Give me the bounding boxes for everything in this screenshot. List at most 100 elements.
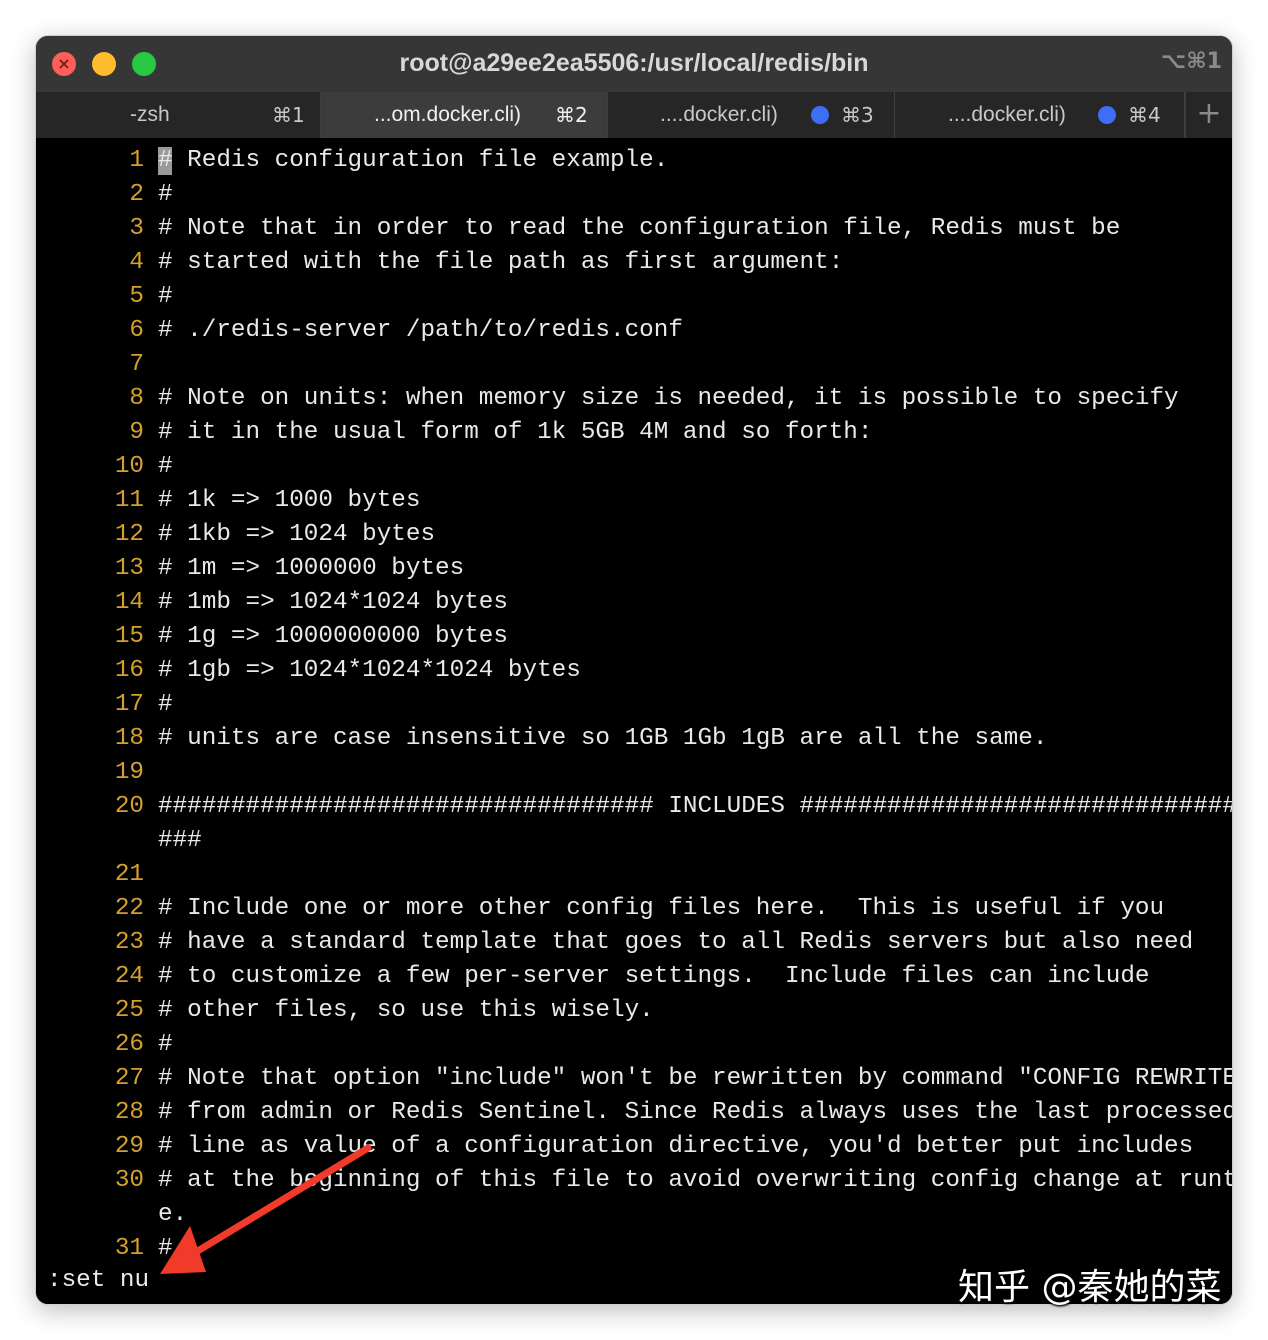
line-text: # <box>158 1031 173 1058</box>
line-text: # line as value of a configuration direc… <box>158 1133 1194 1160</box>
line-text: ################################## INCLU… <box>158 793 1232 820</box>
line-number: 29 <box>114 1133 144 1160</box>
line-text: # at the beginning of this file to avoid… <box>158 1167 1232 1194</box>
new-tab-button[interactable]: + <box>1185 92 1232 138</box>
code-line: 7 <box>36 348 1232 382</box>
tab-2[interactable]: ...om.docker.cli) ⌘2 <box>321 92 608 138</box>
code-line: 6 # ./redis-server /path/to/redis.conf <box>36 314 1232 348</box>
code-line: 26 # <box>36 1028 1232 1062</box>
line-text: # from admin or Redis Sentinel. Since Re… <box>158 1099 1232 1126</box>
code-line: 19 <box>36 756 1232 790</box>
line-text: # Note on units: when memory size is nee… <box>158 385 1179 412</box>
line-number: 27 <box>114 1065 144 1092</box>
code-line: 25 # other files, so use this wisely. <box>36 994 1232 1028</box>
code-line: 18 # units are case insensitive so 1GB 1G… <box>36 722 1232 756</box>
line-text: # <box>158 453 173 480</box>
code-line: 24 # to customize a few per-server settin… <box>36 960 1232 994</box>
line-number: 14 <box>114 589 144 616</box>
activity-dot-icon <box>1098 106 1116 124</box>
code-line: 27 # Note that option "include" won't be … <box>36 1062 1232 1096</box>
line-number: 23 <box>114 929 144 956</box>
tab-4[interactable]: ....docker.cli) ⌘4 <box>895 92 1185 138</box>
code-line: 3 # Note that in order to read the config… <box>36 212 1232 246</box>
line-text: # <box>158 181 173 208</box>
line-number: 22 <box>114 895 144 922</box>
line-text: # Redis configuration file example. <box>158 144 668 178</box>
title-bar[interactable]: × root@a29ee2ea5506:/usr/local/redis/bin… <box>36 36 1232 92</box>
tab-label: -zsh <box>130 103 170 126</box>
code-line-wrap: ### <box>36 824 1232 858</box>
vim-editor[interactable]: 1 # Redis configuration file example. 2 # … <box>36 138 1232 1304</box>
line-number: 26 <box>114 1031 144 1058</box>
code-line: 28 # from admin or Redis Sentinel. Since … <box>36 1096 1232 1130</box>
line-number: 6 <box>129 317 144 344</box>
code-line: 9 # it in the usual form of 1k 5GB 4M and… <box>36 416 1232 450</box>
window-shortcut: ⌥⌘1 <box>1160 49 1222 74</box>
line-number: 30 <box>114 1167 144 1194</box>
code-line: 12 # 1kb => 1024 bytes <box>36 518 1232 552</box>
line-text: # <box>158 283 173 310</box>
line-number: 24 <box>114 963 144 990</box>
line-text: # units are case insensitive so 1GB 1Gb … <box>158 725 1048 752</box>
line-number: 8 <box>129 385 144 412</box>
code-line: 31 # <box>36 1232 1232 1266</box>
code-line: 21 <box>36 858 1232 892</box>
code-line: 10 # <box>36 450 1232 484</box>
tab-shortcut: ⌘2 <box>555 103 588 127</box>
line-text: # Note that in order to read the configu… <box>158 215 1121 242</box>
line-number: 13 <box>114 555 144 582</box>
line-text: # it in the usual form of 1k 5GB 4M and … <box>158 419 873 446</box>
tab-label: ....docker.cli) <box>948 103 1066 126</box>
vim-command-line[interactable]: :set nu <box>47 1264 149 1298</box>
line-number: 4 <box>129 249 144 276</box>
line-text: # 1k => 1000 bytes <box>158 487 421 514</box>
line-number <box>36 1198 144 1232</box>
tab-shortcut: ⌘4 <box>1128 103 1161 127</box>
code-line-wrap: e. <box>36 1198 1232 1232</box>
line-number: 10 <box>114 453 144 480</box>
line-text: # 1m => 1000000 bytes <box>158 555 465 582</box>
tab-label: ...om.docker.cli) <box>374 103 522 126</box>
tab-label: ....docker.cli) <box>660 103 778 126</box>
window-title: root@a29ee2ea5506:/usr/local/redis/bin <box>399 49 869 77</box>
line-number <box>36 824 144 858</box>
code-line: 13 # 1m => 1000000 bytes <box>36 552 1232 586</box>
line-number: 2 <box>129 181 144 208</box>
code-line: 11 # 1k => 1000 bytes <box>36 484 1232 518</box>
line-number: 25 <box>114 997 144 1024</box>
line-number: 17 <box>114 691 144 718</box>
line-text: # to customize a few per-server settings… <box>158 963 1150 990</box>
line-number: 7 <box>129 351 144 378</box>
code-line: 29 # line as value of a configuration dir… <box>36 1130 1232 1164</box>
tab-3[interactable]: ....docker.cli) ⌘3 <box>608 92 895 138</box>
code-line: 5 # <box>36 280 1232 314</box>
line-number: 20 <box>114 793 144 820</box>
line-number: 28 <box>114 1099 144 1126</box>
tab-1[interactable]: -zsh ⌘1 <box>36 92 321 138</box>
code-line: 14 # 1mb => 1024*1024 bytes <box>36 586 1232 620</box>
code-line: 20 ################################## INC… <box>36 790 1232 824</box>
line-text: ### <box>158 827 202 854</box>
tab-bar: -zsh ⌘1 ...om.docker.cli) ⌘2 ....docker.… <box>36 92 1232 138</box>
line-text: # Include one or more other config files… <box>158 895 1165 922</box>
line-text: # <box>158 1235 173 1262</box>
code-line: 8 # Note on units: when memory size is ne… <box>36 382 1232 416</box>
code-line: 4 # started with the file path as first a… <box>36 246 1232 280</box>
line-number: 3 <box>129 215 144 242</box>
line-number: 18 <box>114 725 144 752</box>
activity-dot-icon <box>811 106 829 124</box>
line-text: e. <box>158 1201 188 1228</box>
line-number: 15 <box>114 623 144 650</box>
code-line: 23 # have a standard template that goes t… <box>36 926 1232 960</box>
line-text: # 1mb => 1024*1024 bytes <box>158 589 508 616</box>
plus-icon: + <box>1196 96 1222 131</box>
line-text: # started with the file path as first ar… <box>158 249 844 276</box>
line-number: 9 <box>129 419 144 446</box>
code-line: 30 # at the beginning of this file to avo… <box>36 1164 1232 1198</box>
line-number: 11 <box>114 487 144 514</box>
watermark-text: 知乎 @秦她的菜 <box>958 1267 1222 1308</box>
line-number: 31 <box>114 1235 144 1262</box>
code-line: 22 # Include one or more other config fil… <box>36 892 1232 926</box>
line-number: 12 <box>114 521 144 548</box>
line-number: 5 <box>129 283 144 310</box>
